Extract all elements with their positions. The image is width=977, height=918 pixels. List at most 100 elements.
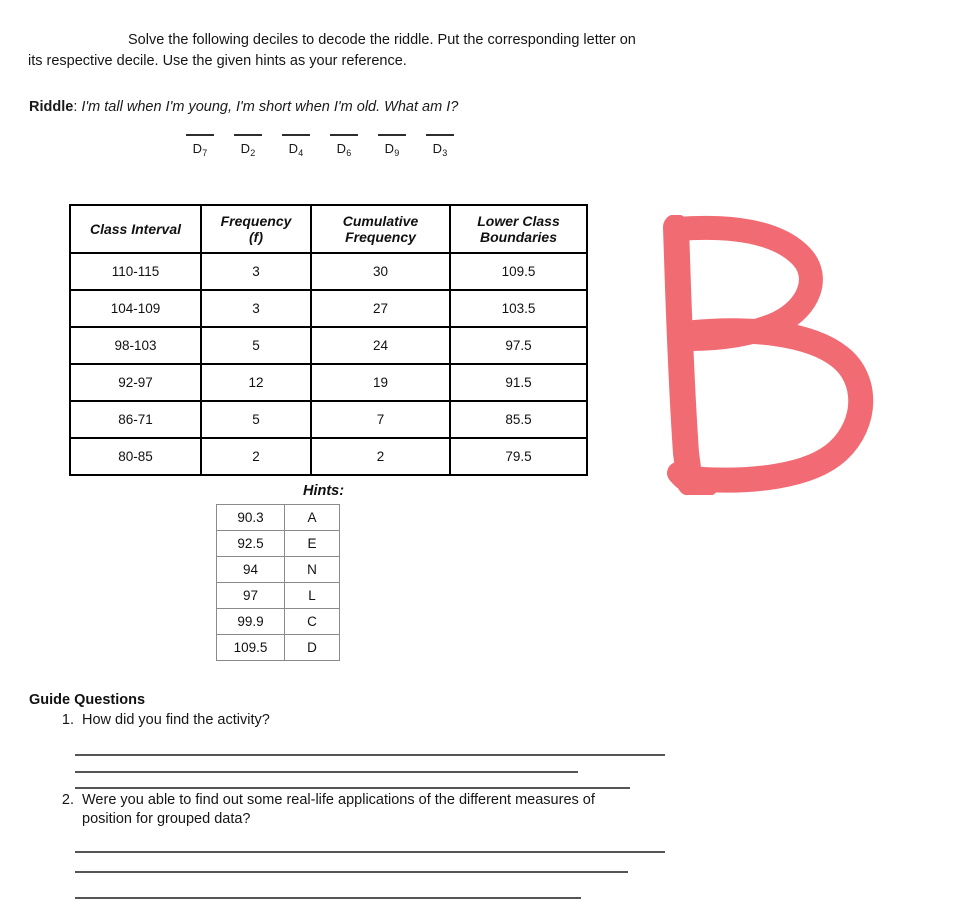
hint-value: 90.3 xyxy=(216,504,285,531)
hint-value: 97 xyxy=(216,582,285,609)
question-number: 2. xyxy=(61,792,74,808)
cell-cumulative-frequency: 7 xyxy=(310,400,451,439)
column-header-lower-class-boundaries: Lower Class Boundaries xyxy=(449,204,588,254)
answer-line[interactable] xyxy=(75,754,665,756)
cell-frequency: 2 xyxy=(200,437,312,476)
decile-slot[interactable]: D6 xyxy=(330,134,358,158)
riddle-separator: : xyxy=(73,99,78,115)
hint-letter: L xyxy=(284,582,340,609)
answer-blank-line[interactable] xyxy=(426,134,454,136)
riddle-label: Riddle xyxy=(29,99,74,115)
decile-slot[interactable]: D2 xyxy=(234,134,262,158)
frequency-distribution-table: Class Interval Frequency (f) Cumulative … xyxy=(69,204,588,476)
worksheet-page: Solve the following deciles to decode th… xyxy=(0,0,977,918)
table-row: 92-97 12 19 91.5 xyxy=(69,363,588,402)
decile-subscript: 3 xyxy=(442,148,448,158)
hint-letter: E xyxy=(284,530,340,557)
table-row: 98-103 5 24 97.5 xyxy=(69,326,588,365)
hint-row: 109.5 D xyxy=(216,634,340,661)
cell-cumulative-frequency: 2 xyxy=(310,437,451,476)
decile-base: D xyxy=(192,141,203,156)
decile-slot[interactable]: D3 xyxy=(426,134,454,158)
guide-question-2: 2. Were you able to find out some real-l… xyxy=(48,791,648,829)
cell-frequency: 12 xyxy=(200,363,312,402)
riddle-line: Riddle: I'm tall when I'm young, I'm sho… xyxy=(29,99,458,115)
cell-class-interval: 104-109 xyxy=(69,289,202,328)
decile-slot[interactable]: D9 xyxy=(378,134,406,158)
decile-label: D6 xyxy=(330,141,358,158)
decile-slot[interactable]: D4 xyxy=(282,134,310,158)
decile-subscript: 6 xyxy=(346,148,352,158)
decile-blanks-row: D7 D2 D4 D6 D9 D3 xyxy=(186,134,454,158)
cell-lower-class-boundary: 97.5 xyxy=(449,326,588,365)
cell-class-interval: 98-103 xyxy=(69,326,202,365)
decile-subscript: 9 xyxy=(394,148,400,158)
answer-line[interactable] xyxy=(75,851,665,853)
cell-frequency: 5 xyxy=(200,326,312,365)
riddle-text: I'm tall when I'm young, I'm short when … xyxy=(81,99,459,115)
cell-class-interval: 92-97 xyxy=(69,363,202,402)
hint-value: 92.5 xyxy=(216,530,285,557)
answer-blank-line[interactable] xyxy=(186,134,214,136)
table-row: 80-85 2 2 79.5 xyxy=(69,437,588,476)
decile-base: D xyxy=(432,141,443,156)
answer-blank-line[interactable] xyxy=(234,134,262,136)
decile-base: D xyxy=(384,141,395,156)
cell-lower-class-boundary: 85.5 xyxy=(449,400,588,439)
table-row: 110-115 3 30 109.5 xyxy=(69,252,588,291)
hint-letter: D xyxy=(284,634,340,661)
cell-cumulative-frequency: 27 xyxy=(310,289,451,328)
column-header-cumulative-frequency: Cumulative Frequency xyxy=(310,204,451,254)
cell-lower-class-boundary: 103.5 xyxy=(449,289,588,328)
handwritten-letter-b-annotation xyxy=(663,215,874,495)
question-text: How did you find the activity? xyxy=(82,712,270,728)
decile-subscript: 2 xyxy=(250,148,256,158)
decile-subscript: 7 xyxy=(202,148,208,158)
hint-letter: A xyxy=(284,504,340,531)
answer-blank-line[interactable] xyxy=(378,134,406,136)
hint-value: 99.9 xyxy=(216,608,285,635)
guide-questions-title: Guide Questions xyxy=(29,692,146,708)
hint-value: 94 xyxy=(216,556,285,583)
decile-label: D2 xyxy=(234,141,262,158)
header-line: Cumulative xyxy=(342,213,419,229)
cell-frequency: 3 xyxy=(200,289,312,328)
cell-class-interval: 80-85 xyxy=(69,437,202,476)
decile-base: D xyxy=(288,141,299,156)
answer-line[interactable] xyxy=(75,897,581,899)
answer-blank-line[interactable] xyxy=(282,134,310,136)
header-line: Class Interval xyxy=(89,221,182,237)
decile-label: D7 xyxy=(186,141,214,158)
cell-cumulative-frequency: 30 xyxy=(310,252,451,291)
decile-base: D xyxy=(336,141,347,156)
cell-frequency: 3 xyxy=(200,252,312,291)
hint-letter: C xyxy=(284,608,340,635)
header-line: Boundaries xyxy=(479,229,557,245)
answer-line[interactable] xyxy=(75,771,578,773)
cell-class-interval: 86-71 xyxy=(69,400,202,439)
cell-cumulative-frequency: 24 xyxy=(310,326,451,365)
hint-row: 99.9 C xyxy=(216,608,340,635)
answer-line[interactable] xyxy=(75,871,628,873)
decile-label: D4 xyxy=(282,141,310,158)
question-text: Were you able to find out some real-life… xyxy=(82,792,595,827)
answer-line[interactable] xyxy=(75,787,630,789)
instructions-paragraph: Solve the following deciles to decode th… xyxy=(28,32,636,69)
decile-label: D9 xyxy=(378,141,406,158)
guide-question-1: 1. How did you find the activity? xyxy=(48,711,648,730)
question-number: 1. xyxy=(61,712,74,728)
hint-row: 97 L xyxy=(216,582,340,609)
header-line: Frequency xyxy=(220,213,292,229)
decile-slot[interactable]: D7 xyxy=(186,134,214,158)
answer-blank-line[interactable] xyxy=(330,134,358,136)
header-line: Frequency xyxy=(345,229,416,245)
decile-base: D xyxy=(240,141,251,156)
column-header-class-interval: Class Interval xyxy=(69,204,202,254)
table-row: 104-109 3 27 103.5 xyxy=(69,289,588,328)
decile-label: D3 xyxy=(426,141,454,158)
hint-row: 92.5 E xyxy=(216,530,340,557)
header-line: (f) xyxy=(249,229,263,245)
cell-lower-class-boundary: 109.5 xyxy=(449,252,588,291)
hints-title: Hints: xyxy=(303,483,345,499)
hint-row: 94 N xyxy=(216,556,340,583)
